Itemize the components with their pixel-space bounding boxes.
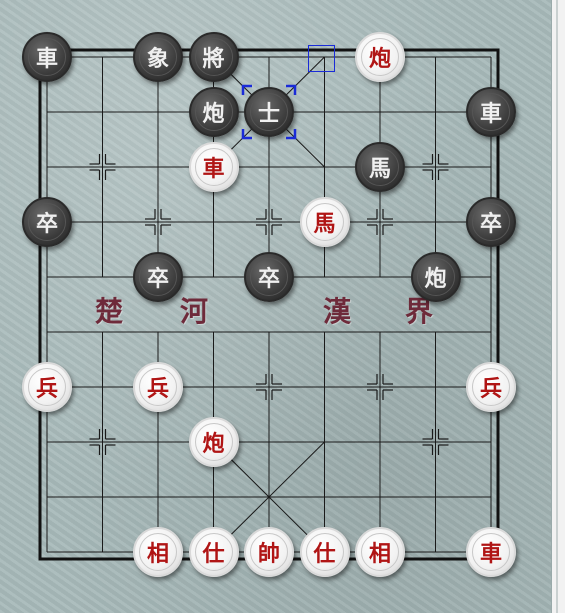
piece-character: 馬 (313, 211, 336, 237)
black-soldier[interactable]: 卒 (466, 197, 516, 247)
red-general[interactable]: 帥 (244, 527, 294, 577)
piece-character: 兵 (35, 376, 58, 402)
black-cannon[interactable]: 炮 (410, 252, 461, 302)
piece-character: 馬 (368, 156, 391, 182)
red-advisor[interactable]: 仕 (188, 527, 239, 577)
black-soldier[interactable]: 卒 (133, 252, 183, 302)
black-general[interactable]: 將 (188, 32, 239, 82)
black-soldier[interactable]: 卒 (22, 197, 72, 247)
river-label-he: 河 (180, 295, 209, 328)
red-cannon[interactable]: 炮 (188, 417, 239, 467)
move-origin-marker (308, 45, 335, 72)
piece-character: 仕 (313, 541, 336, 567)
black-elephant[interactable]: 象 (133, 32, 183, 82)
piece-character: 炮 (368, 46, 391, 72)
piece-character: 兵 (146, 376, 169, 402)
black-advisor[interactable]: 士 (244, 87, 294, 137)
piece-character: 仕 (202, 541, 225, 567)
red-cannon[interactable]: 炮 (355, 32, 405, 82)
piece-character: 車 (35, 46, 58, 72)
piece-character: 象 (146, 46, 169, 72)
black-soldier[interactable]: 卒 (244, 252, 294, 302)
piece-character: 相 (368, 541, 391, 567)
piece-character: 卒 (146, 266, 169, 292)
piece-character: 卒 (479, 211, 502, 237)
red-chariot[interactable]: 車 (188, 142, 239, 192)
red-chariot[interactable]: 車 (466, 527, 516, 577)
piece-character: 炮 (202, 431, 225, 457)
piece-character: 炮 (202, 101, 225, 127)
piece-character: 車 (202, 156, 225, 182)
red-elephant[interactable]: 相 (355, 527, 405, 577)
red-elephant[interactable]: 相 (133, 527, 183, 577)
red-soldier[interactable]: 兵 (133, 362, 183, 412)
piece-character: 帥 (257, 541, 280, 567)
red-advisor[interactable]: 仕 (299, 527, 350, 577)
side-panel-edge (551, 0, 565, 613)
black-chariot[interactable]: 車 (22, 32, 72, 82)
piece-character: 將 (202, 46, 225, 72)
piece-character: 炮 (424, 266, 447, 292)
river-label-han: 漢 (323, 295, 352, 328)
piece-character: 車 (479, 541, 502, 567)
piece-character: 卒 (257, 266, 280, 292)
black-horse[interactable]: 馬 (355, 142, 405, 192)
red-horse[interactable]: 馬 (299, 197, 350, 247)
black-cannon[interactable]: 炮 (188, 87, 239, 137)
black-chariot[interactable]: 車 (466, 87, 516, 137)
river-label-chu: 楚 (95, 295, 124, 328)
red-soldier[interactable]: 兵 (22, 362, 72, 412)
piece-character: 士 (257, 101, 280, 127)
piece-character: 兵 (479, 376, 502, 402)
red-soldier[interactable]: 兵 (466, 362, 516, 412)
piece-character: 相 (146, 541, 169, 567)
piece-character: 車 (479, 101, 502, 127)
piece-character: 卒 (35, 211, 58, 237)
